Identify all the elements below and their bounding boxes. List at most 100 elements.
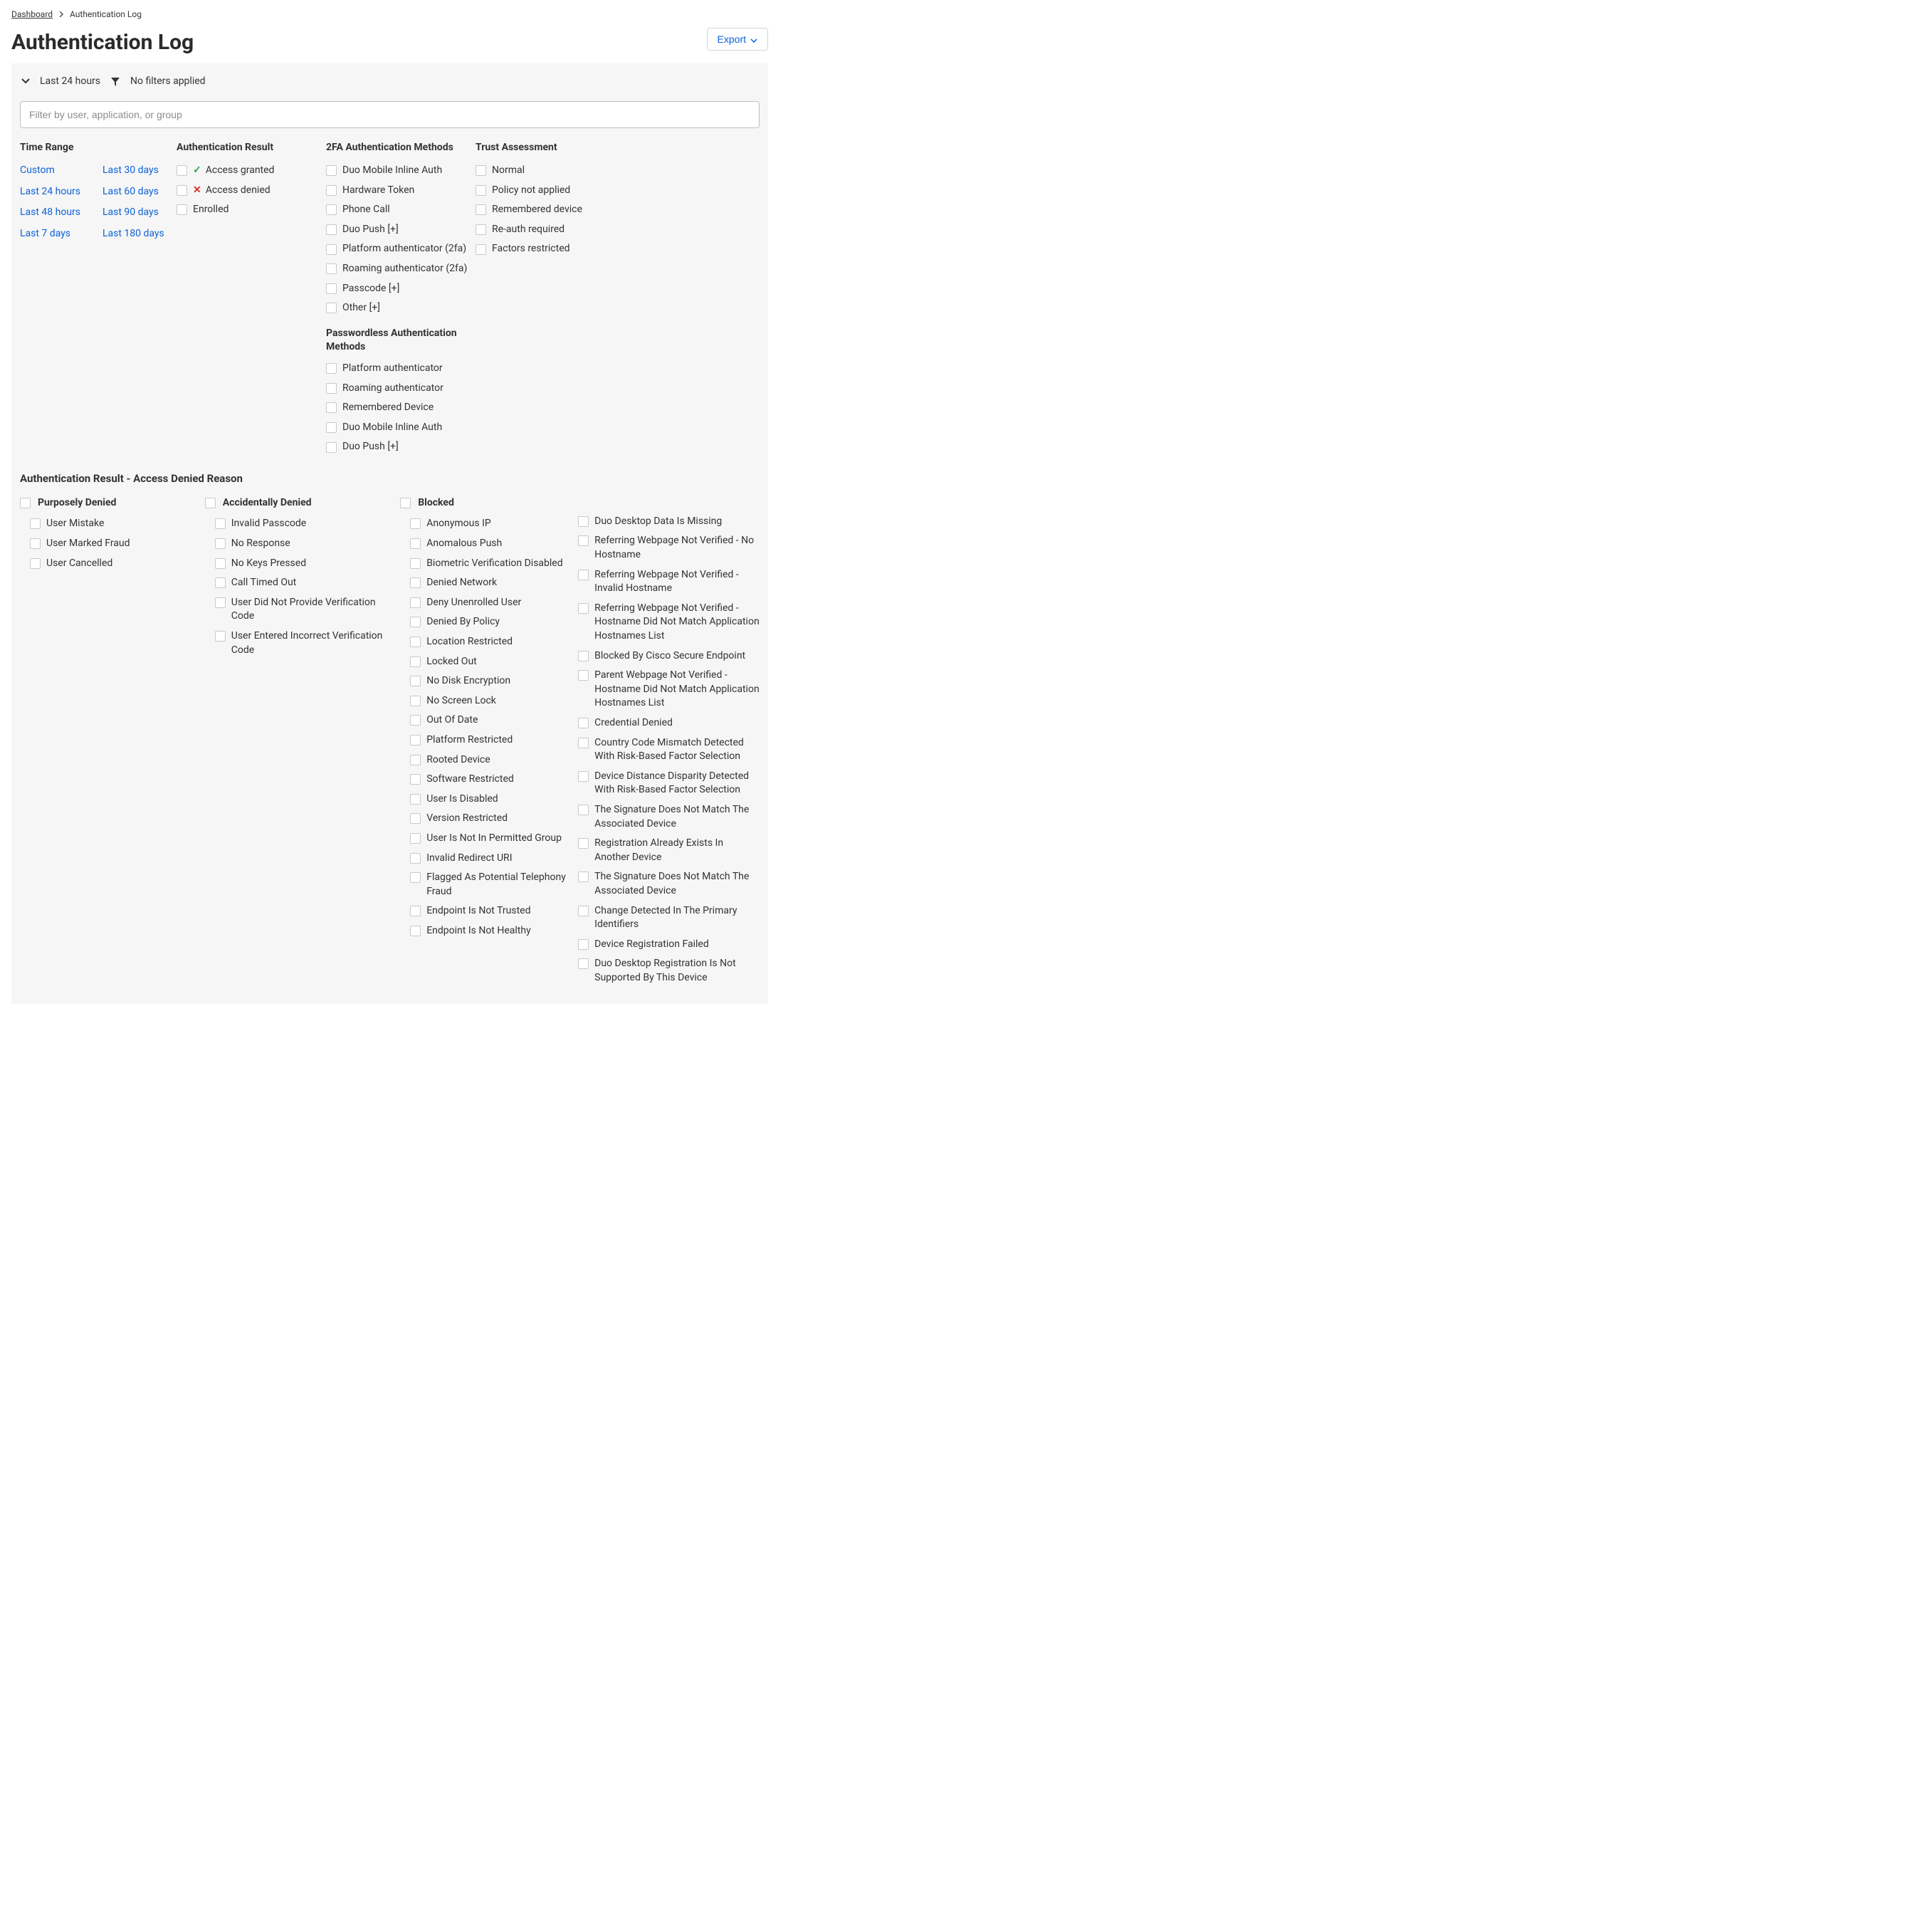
checkbox[interactable] — [177, 165, 187, 176]
checkbox[interactable] — [578, 939, 589, 950]
blocked-item: Locked Out — [410, 655, 578, 669]
checkbox[interactable] — [578, 535, 589, 546]
checkbox-label: Platform Restricted — [426, 733, 513, 748]
checkbox-label: Factors restricted — [492, 242, 570, 256]
checkbox[interactable] — [215, 538, 226, 549]
auth-result-title: Authentication Result — [177, 141, 326, 155]
checkbox[interactable] — [410, 558, 421, 569]
checkbox-label: Phone Call — [342, 203, 390, 217]
checkbox[interactable] — [410, 735, 421, 745]
chevron-down-icon — [750, 33, 757, 45]
checkbox[interactable] — [410, 696, 421, 706]
checkbox-label: Flagged As Potential Telephony Fraud — [426, 871, 578, 899]
time-range-link[interactable]: Last 7 days — [20, 227, 98, 241]
time-range-link[interactable]: Last 48 hours — [20, 206, 98, 220]
time-range-link[interactable]: Last 24 hours — [20, 185, 98, 199]
checkbox[interactable] — [410, 617, 421, 627]
time-range-link[interactable]: Last 60 days — [103, 185, 181, 199]
blocked-item: Duo Desktop Data Is Missing — [578, 515, 760, 529]
checkbox[interactable] — [578, 805, 589, 815]
auth-result-item: ✓Access granted — [177, 164, 326, 178]
time-range-link[interactable]: Custom — [20, 164, 98, 178]
checkbox[interactable] — [578, 771, 589, 782]
checkbox[interactable] — [578, 906, 589, 916]
checkbox[interactable] — [326, 363, 337, 374]
purposely-denied-checkbox[interactable] — [20, 498, 31, 508]
checkbox[interactable] — [326, 263, 337, 274]
blocked-checkbox[interactable] — [400, 498, 411, 508]
checkbox[interactable] — [326, 204, 337, 215]
checkbox[interactable] — [476, 165, 486, 176]
checkbox[interactable] — [215, 558, 226, 569]
checkbox[interactable] — [215, 518, 226, 529]
checkbox[interactable] — [410, 813, 421, 824]
checkbox[interactable] — [30, 518, 41, 529]
checkbox[interactable] — [578, 603, 589, 614]
checkbox[interactable] — [410, 656, 421, 667]
checkbox[interactable] — [326, 383, 337, 394]
accidentally-denied-label: Accidentally Denied — [223, 496, 312, 511]
accidental-item: Call Timed Out — [215, 576, 400, 590]
checkbox[interactable] — [215, 577, 226, 588]
checkbox[interactable] — [326, 422, 337, 433]
checkbox[interactable] — [410, 794, 421, 805]
collapse-toggle[interactable] — [21, 75, 30, 88]
checkbox[interactable] — [326, 442, 337, 453]
breadcrumb-dashboard-link[interactable]: Dashboard — [11, 9, 53, 21]
checkbox[interactable] — [326, 185, 337, 196]
accidentally-denied-checkbox[interactable] — [205, 498, 216, 508]
accidental-item: User Entered Incorrect Verification Code — [215, 629, 400, 657]
checkbox[interactable] — [177, 204, 187, 215]
checkbox[interactable] — [326, 402, 337, 413]
checkbox[interactable] — [578, 838, 589, 849]
trust-item: Policy not applied — [476, 184, 618, 198]
checkbox[interactable] — [578, 718, 589, 728]
checkbox[interactable] — [578, 738, 589, 748]
checkbox-label: Denied Network — [426, 576, 497, 590]
checkbox[interactable] — [578, 872, 589, 882]
checkbox-label: Other [+] — [342, 301, 380, 315]
checkbox[interactable] — [476, 224, 486, 235]
checkbox[interactable] — [326, 283, 337, 294]
checkbox-label: Blocked By Cisco Secure Endpoint — [594, 649, 745, 664]
checkbox[interactable] — [410, 577, 421, 588]
time-range-link[interactable]: Last 30 days — [103, 164, 181, 178]
checkbox[interactable] — [578, 670, 589, 681]
checkbox[interactable] — [410, 637, 421, 647]
checkbox[interactable] — [410, 853, 421, 864]
checkbox[interactable] — [410, 926, 421, 936]
checkbox[interactable] — [30, 538, 41, 549]
checkbox[interactable] — [326, 244, 337, 255]
checkbox[interactable] — [410, 715, 421, 726]
checkbox[interactable] — [476, 185, 486, 196]
checkbox[interactable] — [326, 165, 337, 176]
checkbox[interactable] — [578, 570, 589, 580]
time-range-link[interactable]: Last 90 days — [103, 206, 181, 220]
checkbox[interactable] — [410, 676, 421, 686]
blocked-item: Device Registration Failed — [578, 938, 760, 952]
checkbox[interactable] — [30, 558, 41, 569]
checkbox[interactable] — [410, 774, 421, 785]
checkbox[interactable] — [177, 185, 187, 196]
checkbox[interactable] — [578, 651, 589, 661]
checkbox[interactable] — [410, 538, 421, 549]
checkbox[interactable] — [326, 224, 337, 235]
checkbox[interactable] — [326, 303, 337, 313]
checkbox[interactable] — [410, 833, 421, 844]
export-button[interactable]: Export — [707, 28, 768, 51]
checkbox[interactable] — [410, 755, 421, 765]
checkbox[interactable] — [215, 597, 226, 608]
checkbox[interactable] — [215, 631, 226, 642]
checkbox[interactable] — [578, 958, 589, 969]
checkbox[interactable] — [578, 516, 589, 527]
filter-search-input[interactable] — [20, 101, 760, 128]
checkbox[interactable] — [476, 244, 486, 255]
checkbox[interactable] — [410, 597, 421, 608]
checkbox[interactable] — [410, 872, 421, 883]
time-range-link[interactable]: Last 180 days — [103, 227, 181, 241]
checkbox[interactable] — [476, 204, 486, 215]
checkbox[interactable] — [410, 518, 421, 529]
method-2fa-item: Passcode [+] — [326, 282, 476, 296]
blocked-item: Blocked By Cisco Secure Endpoint — [578, 649, 760, 664]
checkbox[interactable] — [410, 906, 421, 916]
